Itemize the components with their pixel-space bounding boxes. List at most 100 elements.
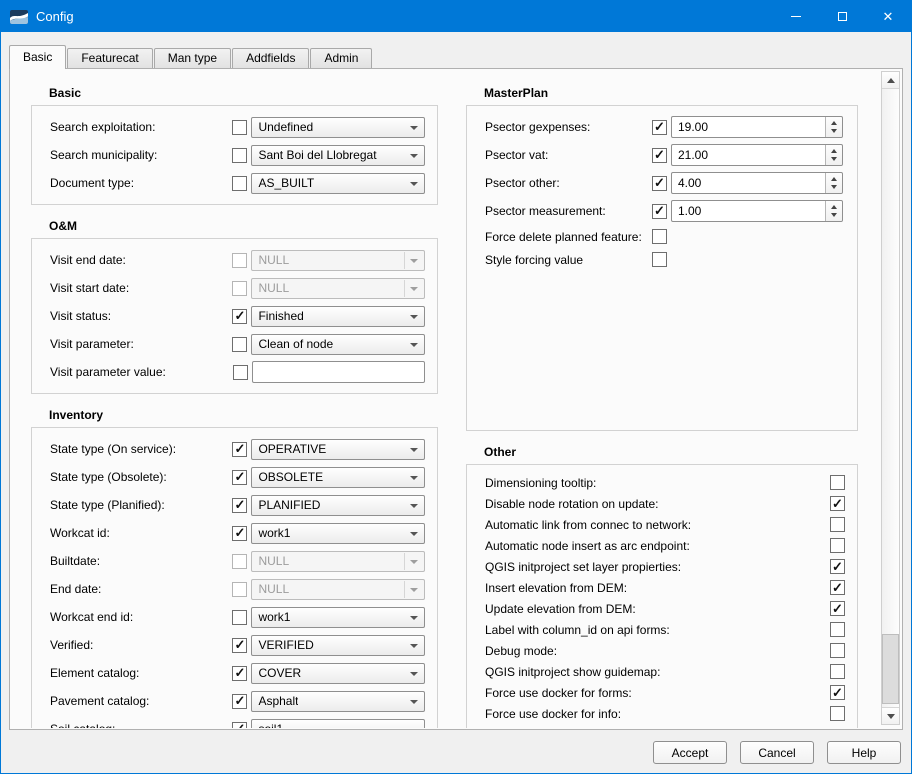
psector-other-checkbox[interactable] <box>652 176 667 191</box>
close-button[interactable] <box>865 1 911 32</box>
psector-measurement-checkbox[interactable] <box>652 204 667 219</box>
chevron-down-icon <box>410 476 418 480</box>
chevron-down-icon <box>410 700 418 704</box>
close-icon <box>883 10 894 23</box>
visit-parameter-combobox[interactable]: Clean of node <box>251 334 425 355</box>
group-o-m: O&MVisit end date:NULLVisit start date:N… <box>31 219 438 394</box>
state-type-obsolete-combobox[interactable]: OBSOLETE <box>251 467 425 488</box>
label-with-column-id-on-api-forms-label: Label with column_id on api forms: <box>485 623 830 637</box>
tab-admin[interactable]: Admin <box>310 48 372 68</box>
psector-gexpenses-spinbox[interactable]: 19.00 <box>671 116 843 138</box>
builtdate-checkbox[interactable] <box>232 554 247 569</box>
soil-catalog-checkbox[interactable] <box>232 722 247 729</box>
insert-elevation-from-dem-label: Insert elevation from DEM: <box>485 581 830 595</box>
visit-parameter-value-input[interactable] <box>252 361 426 383</box>
spin-up-icon <box>831 177 837 181</box>
psector-vat-checkbox[interactable] <box>652 148 667 163</box>
soil-catalog-combobox[interactable]: soil1 <box>251 719 425 729</box>
end-date-checkbox[interactable] <box>232 582 247 597</box>
end-date-combobox[interactable]: NULL <box>251 579 425 600</box>
accept-button[interactable]: Accept <box>653 741 727 764</box>
pavement-catalog-checkbox[interactable] <box>232 694 247 709</box>
visit-end-date-checkbox[interactable] <box>232 253 247 268</box>
automatic-node-insert-as-arc-endpoint-checkbox[interactable] <box>830 538 845 553</box>
force-use-docker-for-info-checkbox[interactable] <box>830 706 845 721</box>
maximize-button[interactable] <box>819 1 865 32</box>
label-with-column-id-on-api-forms-checkbox[interactable] <box>830 622 845 637</box>
group-box: State type (On service):OPERATIVEState t… <box>31 427 438 728</box>
verified-checkbox[interactable] <box>232 638 247 653</box>
force-use-docker-for-forms-checkbox[interactable] <box>830 685 845 700</box>
workcat-id-value: work1 <box>258 526 290 540</box>
element-catalog-checkbox[interactable] <box>232 666 247 681</box>
minimize-button[interactable] <box>773 1 819 32</box>
visit-parameter-checkbox[interactable] <box>232 337 247 352</box>
document-type-checkbox[interactable] <box>232 176 247 191</box>
builtdate-label: Builtdate: <box>50 554 232 568</box>
psector-measurement-spin-buttons[interactable] <box>825 201 842 221</box>
row-visit-parameter: Visit parameter:Clean of node <box>50 330 425 358</box>
visit-start-date-value: NULL <box>258 281 289 295</box>
row-builtdate: Builtdate: NULL <box>50 547 425 575</box>
scrollbar-thumb[interactable] <box>882 634 899 704</box>
state-type-on-service-checkbox[interactable] <box>232 442 247 457</box>
tab-man-type[interactable]: Man type <box>154 48 231 68</box>
pavement-catalog-combobox[interactable]: Asphalt <box>251 691 425 712</box>
psector-measurement-spinbox[interactable]: 1.00 <box>671 200 843 222</box>
qgis-initproject-set-layer-propierties-checkbox[interactable] <box>830 559 845 574</box>
psector-vat-spin-buttons[interactable] <box>825 145 842 165</box>
search-municipality-checkbox[interactable] <box>232 148 247 163</box>
update-elevation-from-dem-checkbox[interactable] <box>830 601 845 616</box>
document-type-combobox[interactable]: AS_BUILT <box>251 173 425 194</box>
search-municipality-combobox[interactable]: Sant Boi del Llobregat <box>251 145 425 166</box>
scroll-down-button[interactable] <box>882 707 899 724</box>
workcat-end-id-combobox[interactable]: work1 <box>251 607 425 628</box>
visit-start-date-combobox[interactable]: NULL <box>251 278 425 299</box>
debug-mode-checkbox[interactable] <box>830 643 845 658</box>
row-psector-measurement: Psector measurement:1.00 <box>485 197 845 225</box>
tab-featurecat[interactable]: Featurecat <box>67 48 152 68</box>
dimensioning-tooltip-checkbox[interactable] <box>830 475 845 490</box>
tab-addfields[interactable]: Addfields <box>232 48 309 68</box>
visit-end-date-value: NULL <box>258 253 289 267</box>
insert-elevation-from-dem-checkbox[interactable] <box>830 580 845 595</box>
automatic-link-from-connec-to-network-checkbox[interactable] <box>830 517 845 532</box>
tab-basic[interactable]: Basic <box>9 45 66 69</box>
visit-start-date-checkbox[interactable] <box>232 281 247 296</box>
vertical-scrollbar[interactable] <box>881 71 900 725</box>
workcat-id-combobox[interactable]: work1 <box>251 523 425 544</box>
state-type-planified-combobox[interactable]: PLANIFIED <box>251 495 425 516</box>
row-document-type: Document type:AS_BUILT <box>50 169 425 197</box>
visit-status-checkbox[interactable] <box>232 309 247 324</box>
style-forcing-value-checkbox[interactable] <box>652 252 667 267</box>
group-basic: BasicSearch exploitation:UndefinedSearch… <box>31 86 438 205</box>
psector-other-spinbox[interactable]: 4.00 <box>671 172 843 194</box>
cancel-button[interactable]: Cancel <box>740 741 814 764</box>
state-type-on-service-combobox[interactable]: OPERATIVE <box>251 439 425 460</box>
chevron-down-icon <box>410 259 418 263</box>
element-catalog-combobox[interactable]: COVER <box>251 663 425 684</box>
help-button[interactable]: Help <box>827 741 901 764</box>
search-exploitation-combobox[interactable]: Undefined <box>251 117 425 138</box>
builtdate-combobox[interactable]: NULL <box>251 551 425 572</box>
verified-combobox[interactable]: VERIFIED <box>251 635 425 656</box>
state-type-planified-checkbox[interactable] <box>232 498 247 513</box>
psector-gexpenses-spin-buttons[interactable] <box>825 117 842 137</box>
search-exploitation-checkbox[interactable] <box>232 120 247 135</box>
workcat-end-id-checkbox[interactable] <box>232 610 247 625</box>
qgis-initproject-show-guidemap-checkbox[interactable] <box>830 664 845 679</box>
visit-parameter-value-checkbox[interactable] <box>233 365 248 380</box>
psector-gexpenses-checkbox[interactable] <box>652 120 667 135</box>
psector-other-spin-buttons[interactable] <box>825 173 842 193</box>
disable-node-rotation-on-update-checkbox[interactable] <box>830 496 845 511</box>
psector-vat-spinbox[interactable]: 21.00 <box>671 144 843 166</box>
group-box: Psector gexpenses:19.00Psector vat:21.00… <box>466 105 858 431</box>
workcat-id-checkbox[interactable] <box>232 526 247 541</box>
state-type-obsolete-checkbox[interactable] <box>232 470 247 485</box>
psector-other-value: 4.00 <box>678 176 701 190</box>
visit-end-date-combobox[interactable]: NULL <box>251 250 425 271</box>
form-content: BasicSearch exploitation:UndefinedSearch… <box>11 70 881 728</box>
visit-status-combobox[interactable]: Finished <box>251 306 425 327</box>
scroll-up-button[interactable] <box>882 72 899 89</box>
force-delete-planned-feature-checkbox[interactable] <box>652 229 667 244</box>
